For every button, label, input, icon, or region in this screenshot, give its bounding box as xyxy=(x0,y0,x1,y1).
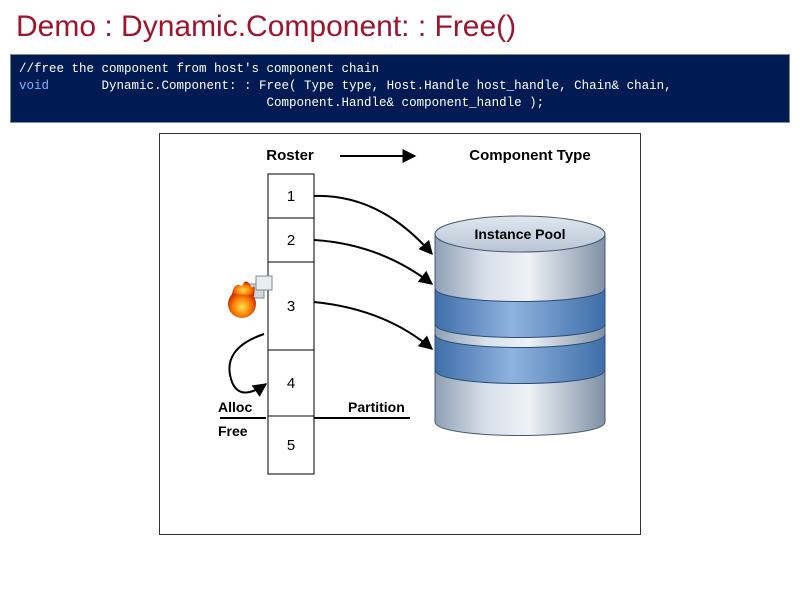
code-block: //free the component from host's compone… xyxy=(10,54,790,123)
roster-cell-3: 3 xyxy=(287,298,295,315)
architecture-diagram: Roster Component Type 1 2 3 4 5 Instance… xyxy=(159,133,641,535)
roster-cell-1: 1 xyxy=(287,188,295,205)
roster-cell-4: 4 xyxy=(287,375,295,392)
label-free: Free xyxy=(218,423,248,439)
code-signature-line1: Dynamic.Component: : Free( Type type, Ho… xyxy=(49,79,672,93)
label-alloc: Alloc xyxy=(218,399,252,415)
label-component-type: Component Type xyxy=(469,147,590,164)
label-partition: Partition xyxy=(348,399,405,415)
slide-title: Demo : Dynamic.Component: : Free() xyxy=(0,0,800,50)
instance-pool-cylinder: Instance Pool xyxy=(435,216,605,436)
roster-cell-5: 5 xyxy=(287,437,295,454)
roster-cell-2: 2 xyxy=(287,232,295,249)
label-roster: Roster xyxy=(266,147,314,164)
code-signature-line2: Component.Handle& component_handle ); xyxy=(19,96,544,110)
code-comment: //free the component from host's compone… xyxy=(19,62,379,76)
roster-column: 1 2 3 4 5 xyxy=(268,174,314,474)
loop-arrow xyxy=(229,334,266,393)
code-keyword: void xyxy=(19,79,49,93)
fireball-icon xyxy=(228,276,272,318)
label-instance-pool: Instance Pool xyxy=(474,226,565,242)
data-arrows xyxy=(314,196,432,349)
